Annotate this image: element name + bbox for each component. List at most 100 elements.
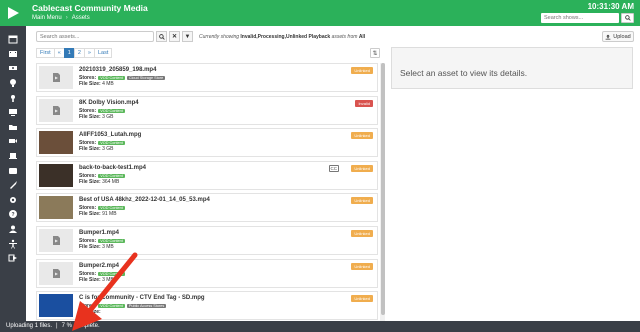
upload-button[interactable]: Upload <box>602 31 634 42</box>
sidebar-item-film[interactable] <box>0 47 26 62</box>
clock: 10:31:30 AM <box>587 2 634 11</box>
logout-icon <box>8 254 17 262</box>
asset-thumbnail <box>39 163 73 187</box>
asset-thumbnail <box>39 131 73 155</box>
status-badge: Unlinked <box>351 262 373 270</box>
breadcrumb-assets: Assets <box>71 15 90 21</box>
status-badge: Unlinked <box>351 230 373 237</box>
svg-text:?: ? <box>11 212 14 218</box>
asset-thumbnail <box>39 98 73 122</box>
status-separator: | <box>56 323 58 329</box>
status-badge: Invalid <box>355 99 373 107</box>
sidebar-item-laptop[interactable] <box>0 149 26 164</box>
sidebar-item-accessibility[interactable] <box>0 236 26 251</box>
store-tag: VOD Content <box>98 173 125 178</box>
calendar-icon <box>8 35 18 44</box>
status-badge: Unlinked <box>351 164 373 172</box>
sidebar-item-help[interactable]: ? <box>0 207 26 222</box>
store-tag: Cloud Storage Store <box>126 76 166 80</box>
file-size-label: File Size: <box>79 113 101 120</box>
pagination: First «1 2» Last <box>36 48 113 58</box>
status-badge: Unlinked <box>351 295 373 303</box>
close-icon: ✕ <box>171 34 178 40</box>
help-icon: ? <box>9 210 17 219</box>
search-icon <box>624 15 631 21</box>
file-video-icon <box>52 73 60 82</box>
sidebar-item-video[interactable] <box>0 134 26 149</box>
sort-icon: ⇅ <box>372 50 378 57</box>
film-icon <box>9 50 17 57</box>
asset-row[interactable]: 20210319_205859_198.mp4 Stores: VOD Conten… <box>36 63 378 92</box>
asset-title: Best of USA 48khz_2022-12-01_14_05_53.mp… <box>79 197 210 204</box>
file-size-value: 4 MB <box>102 81 114 87</box>
store-tag: VOD Content <box>98 76 125 80</box>
filter-button[interactable]: ▼ <box>182 31 193 42</box>
search-shows-button[interactable] <box>621 13 634 23</box>
file-size-label: File Size: <box>79 81 101 87</box>
file-video-icon <box>52 236 60 245</box>
upload-icon <box>605 34 611 40</box>
sidebar-item-bulb[interactable] <box>0 76 26 91</box>
breadcrumb-main-menu[interactable]: Main Menu <box>32 15 62 21</box>
sidebar-item-cc[interactable] <box>0 163 26 178</box>
clear-search-button[interactable]: ✕ <box>169 31 180 42</box>
breadcrumb: Main Menu › Assets <box>32 15 90 21</box>
filter-summary: Currently showing Invalid,Processing,Unl… <box>199 34 365 40</box>
search-assets-button[interactable] <box>156 31 167 42</box>
file-size-value: 3 GB <box>102 113 114 120</box>
asset-row[interactable]: AIIFF1053_Lutah.mpg Stores: VOD Content Fil… <box>36 128 378 158</box>
file-video-icon <box>52 105 60 115</box>
search-shows-input[interactable] <box>541 13 619 23</box>
sidebar-item-gear[interactable] <box>0 193 26 208</box>
file-size-value: 364 MB <box>102 178 120 185</box>
annotation-arrow-icon <box>72 252 138 331</box>
filter-prefix: Currently showing <box>199 33 240 40</box>
asset-thumbnail <box>39 66 73 89</box>
sidebar-item-calendar[interactable] <box>0 32 26 47</box>
filter-scope: All <box>358 33 366 40</box>
store-tag: VOD Content <box>98 141 125 146</box>
upload-status-text: Uploading 1 files. <box>6 323 53 329</box>
status-badge: Unlinked <box>351 67 373 74</box>
page-item[interactable]: First <box>36 48 55 58</box>
filter-middle: assets from <box>331 33 358 40</box>
sidebar-item-podcast[interactable] <box>0 90 26 105</box>
closed-caption-icon: CC <box>328 164 339 172</box>
page-item[interactable]: Last <box>93 48 113 58</box>
filter-icon: ▼ <box>184 33 191 40</box>
header: Cablecast Community Media Main Menu › As… <box>26 0 640 26</box>
asset-title: Bumper1.mp4 <box>79 230 120 236</box>
asset-file-size: File Size: 3 GB <box>79 114 113 120</box>
monitor-icon <box>9 109 17 117</box>
scroll-thumb[interactable] <box>380 63 385 315</box>
accessibility-icon <box>9 239 17 249</box>
wrench-icon <box>10 181 17 190</box>
asset-title: back-to-back-test1.mp4 <box>79 164 147 171</box>
asset-file-size: File Size: 4 MB <box>79 81 114 87</box>
asset-details-panel: Select an asset to view its details. <box>391 47 633 89</box>
logo[interactable] <box>0 0 26 26</box>
asset-row[interactable]: Best of USA 48khz_2022-12-01_14_05_53.mp… <box>36 193 378 223</box>
search-assets-input[interactable] <box>36 31 154 42</box>
sidebar-item-folder[interactable] <box>0 120 26 135</box>
sidebar-item-monitor[interactable] <box>0 105 26 120</box>
asset-file-size: File Size: 3 GB <box>79 146 113 152</box>
store-tag: VOD Content <box>98 206 125 211</box>
user-icon <box>9 225 17 234</box>
sidebar-item-stream[interactable] <box>0 61 26 76</box>
sidebar-item-user[interactable] <box>0 222 26 237</box>
file-size-value: 91 MB <box>102 211 117 218</box>
laptop-icon <box>9 153 17 160</box>
asset-row[interactable]: 8K Dolby Vision.mp4 Stores: VOD Content Fil… <box>36 95 378 125</box>
asset-list-scrollbar[interactable] <box>380 63 385 321</box>
gear-icon <box>10 196 16 203</box>
search-icon <box>158 33 165 40</box>
sidebar-item-wrench[interactable] <box>0 178 26 193</box>
status-badge: Unlinked <box>351 197 373 205</box>
play-logo-icon <box>8 7 19 19</box>
details-placeholder: Select an asset to view its details. <box>400 68 528 78</box>
sidebar-item-logout[interactable] <box>0 251 26 266</box>
file-video-icon <box>52 268 60 278</box>
sort-button[interactable]: ⇅ <box>370 48 380 58</box>
asset-row[interactable]: back-to-back-test1.mp4 Stores: VOD Content… <box>36 160 378 190</box>
